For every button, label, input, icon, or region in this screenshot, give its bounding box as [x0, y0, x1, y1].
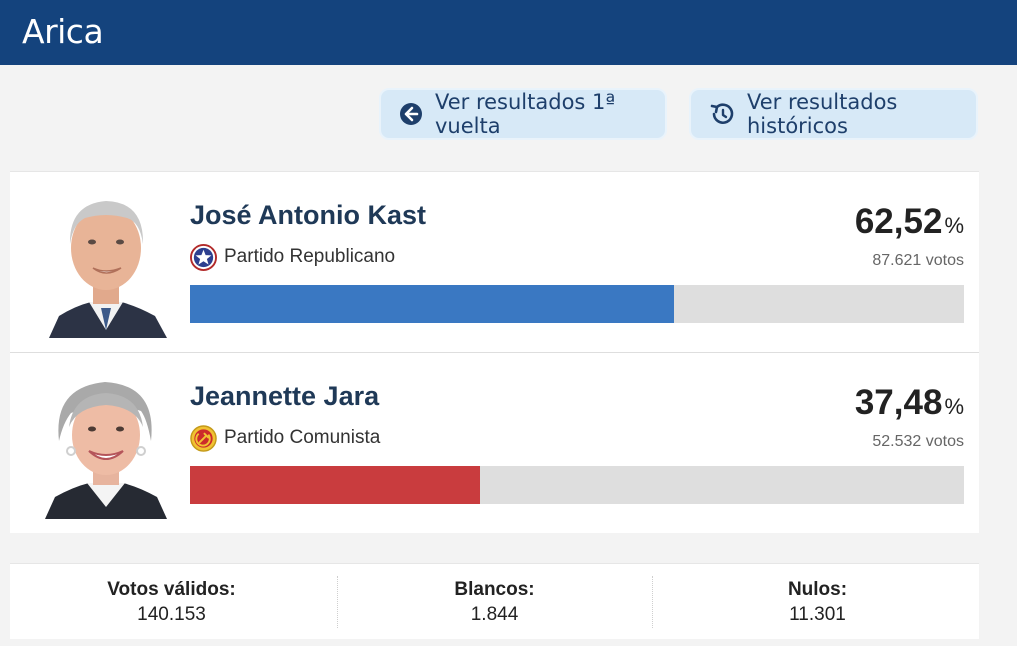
- first-round-results-label: Ver resultados 1ª vuelta: [435, 90, 616, 138]
- percentage-value: 62,52: [854, 202, 943, 241]
- stat-label: Blancos:: [454, 579, 535, 600]
- party-name: Partido Republicano: [224, 246, 396, 267]
- stat-label: Votos válidos:: [107, 579, 236, 600]
- candidate-name: José Antonio Kast: [190, 200, 427, 230]
- percentage-value: 37,48: [854, 383, 943, 422]
- summary-divider: [652, 576, 653, 628]
- region-header: Arica: [0, 0, 1017, 65]
- party-name: Partido Comunista: [224, 427, 381, 448]
- vote-percentage: 62,52%: [855, 202, 964, 242]
- vote-bar-fill: [190, 285, 674, 323]
- candidate-party: Partido Comunista: [190, 424, 381, 452]
- first-round-results-button[interactable]: Ver resultados 1ª vuelta: [379, 88, 667, 140]
- star-emblem-icon: [190, 243, 217, 271]
- blank-votes-stat: Blancos: 1.844: [333, 564, 656, 640]
- historic-results-label: Ver resultados históricos: [747, 90, 898, 138]
- stat-value: 140.153: [137, 604, 206, 625]
- candidate-photo: [45, 190, 167, 338]
- stat-value: 11.301: [789, 604, 846, 625]
- percent-symbol: %: [944, 394, 964, 419]
- candidate-row: Jeannette Jara Partido Comunista 37,48% …: [10, 353, 979, 534]
- valid-votes-stat: Votos válidos: 140.153: [10, 564, 333, 640]
- stat-label: Nulos:: [787, 579, 848, 600]
- vote-count: 52.532 votos: [872, 433, 964, 450]
- vote-count: 87.621 votos: [872, 252, 964, 269]
- candidate-row: José Antonio Kast Partido Republicano 62…: [10, 172, 979, 353]
- results-panel: José Antonio Kast Partido Republicano 62…: [10, 171, 979, 533]
- arrow-left-circle-icon: [400, 103, 422, 125]
- history-icon: [710, 103, 734, 124]
- region-title: Arica: [22, 12, 104, 51]
- null-votes-stat: Nulos: 11.301: [656, 564, 979, 640]
- vote-summary: Votos válidos: 140.153 Blancos: 1.844 Nu…: [10, 563, 979, 639]
- historic-results-button[interactable]: Ver resultados históricos: [689, 88, 978, 140]
- stat-value: 1.844: [470, 604, 519, 625]
- candidate-party: Partido Republicano: [190, 243, 396, 271]
- candidate-name: Jeannette Jara: [190, 381, 380, 411]
- vote-bar: [190, 285, 964, 323]
- hammer-sickle-emblem-icon: [190, 424, 217, 452]
- percent-symbol: %: [944, 213, 964, 238]
- vote-percentage: 37,48%: [855, 383, 964, 423]
- vote-bar-fill: [190, 466, 481, 504]
- candidate-photo: [45, 371, 167, 519]
- vote-bar: [190, 466, 964, 504]
